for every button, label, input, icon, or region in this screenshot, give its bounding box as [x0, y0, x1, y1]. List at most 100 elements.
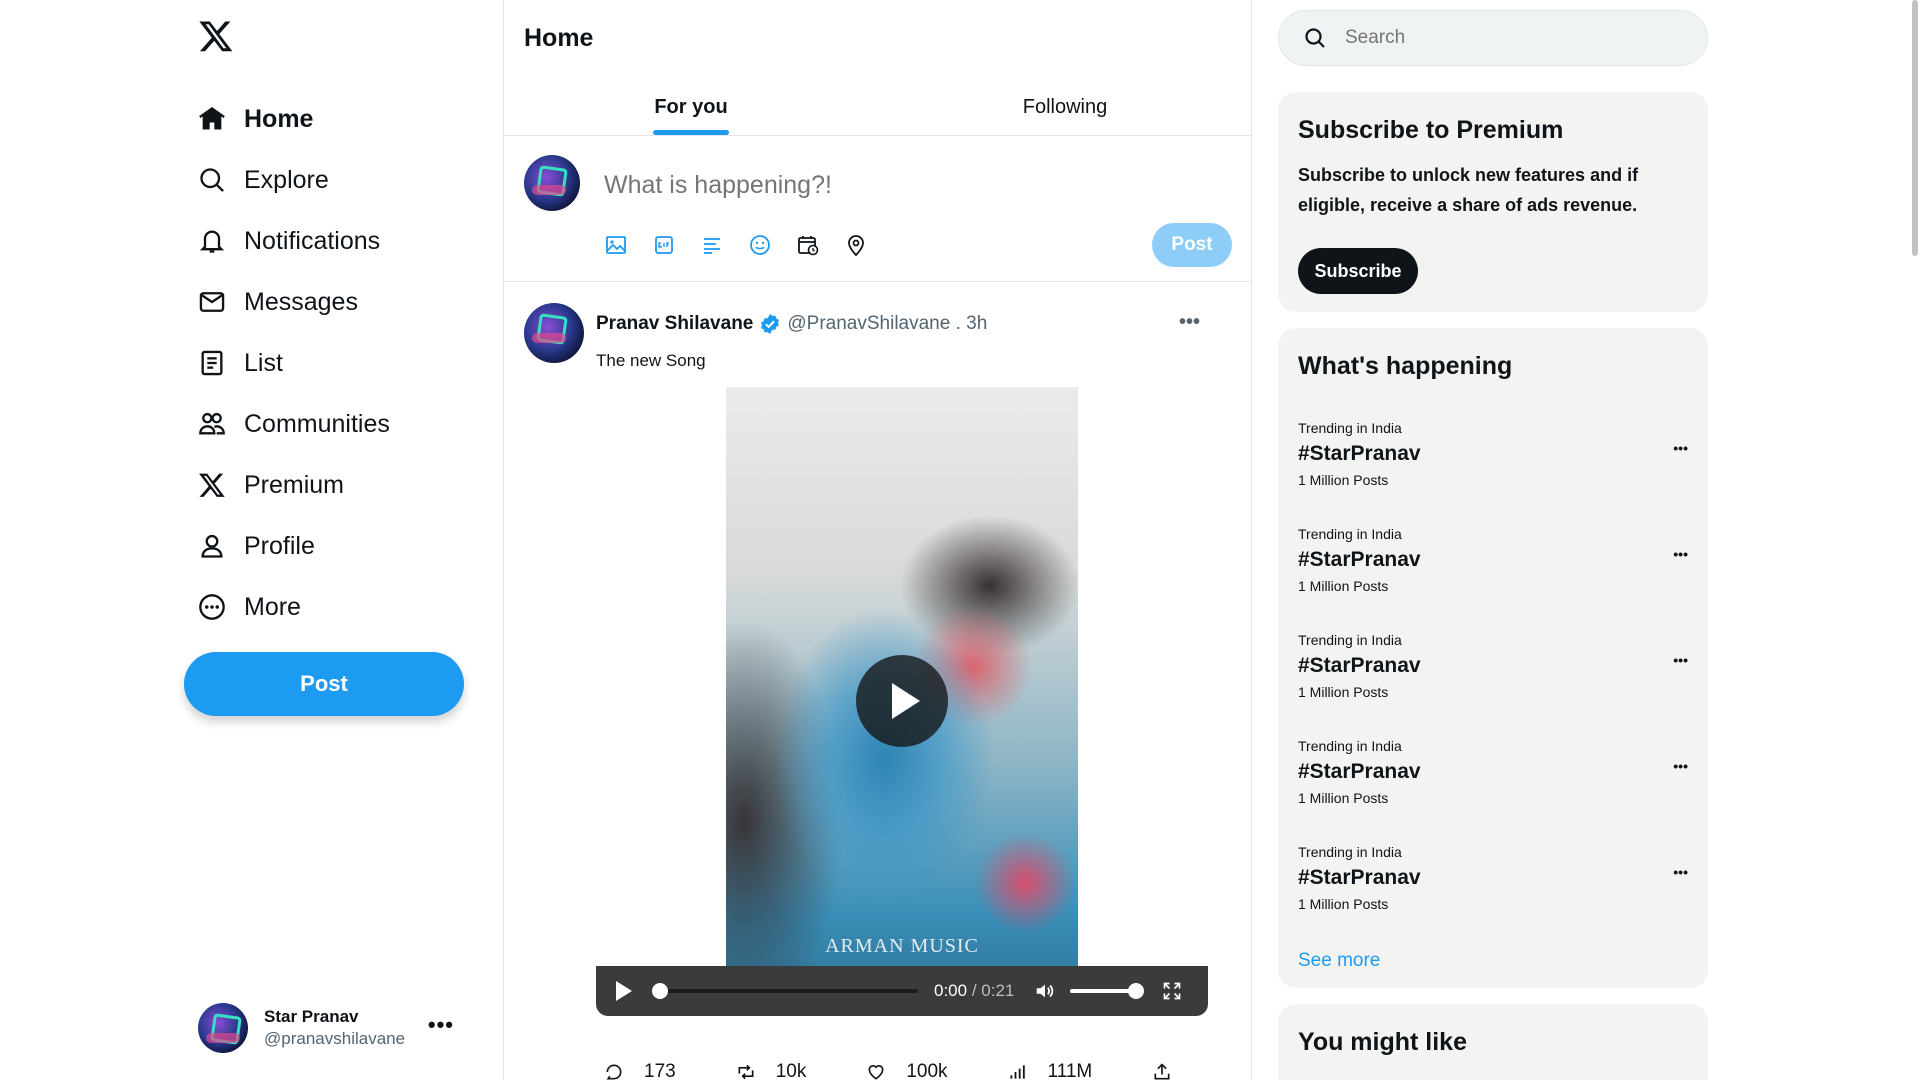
trend-context: Trending in India: [1298, 526, 1402, 542]
nav-label-home: Home: [244, 104, 314, 133]
trend-count: 1 Million Posts: [1298, 790, 1389, 806]
trend-count: 1 Million Posts: [1298, 684, 1389, 700]
timeline-tabs: For you Following: [504, 80, 1252, 136]
nav-item-communities[interactable]: Communities: [190, 395, 490, 453]
trend-context: Trending in India: [1298, 844, 1402, 860]
view-count: 111M: [1047, 1061, 1093, 1080]
gif-icon[interactable]: [652, 233, 676, 257]
location-icon[interactable]: [844, 233, 868, 257]
page-title: Home: [524, 24, 594, 52]
communities-icon: [190, 408, 236, 440]
page-scrollbar[interactable]: [1912, 0, 1918, 256]
trend-context: Trending in India: [1298, 420, 1402, 436]
whats-happening-card: What's happening Trending in India #Star…: [1278, 328, 1708, 988]
nav-label-premium: Premium: [244, 470, 345, 499]
avatar[interactable]: [524, 303, 584, 363]
volume-handle[interactable]: [1128, 983, 1145, 999]
play-icon[interactable]: [856, 655, 948, 747]
share-button[interactable]: [1152, 1061, 1192, 1080]
nav-item-home[interactable]: Home: [190, 90, 490, 148]
avatar[interactable]: [524, 155, 580, 211]
primary-nav: Home Explore Notifications Messages List…: [190, 90, 490, 639]
nav-item-explore[interactable]: Explore: [190, 151, 490, 209]
repost-icon: [738, 1064, 754, 1080]
nav-label-more: More: [244, 592, 301, 621]
trend-item[interactable]: Trending in India #StarPranav 1 Million …: [1298, 526, 1688, 606]
compose-input[interactable]: [604, 171, 1164, 200]
video-controls: 0:00 / 0:21: [596, 966, 1208, 1016]
see-more-link[interactable]: See more: [1298, 950, 1380, 972]
like-button[interactable]: 100k: [866, 1061, 948, 1080]
fullscreen-icon[interactable]: [1162, 981, 1182, 1001]
nav-item-messages[interactable]: Messages: [190, 273, 490, 331]
tweet-header: Pranav Shilavane @PranavShilavane . 3h: [596, 313, 987, 335]
x-logo-icon[interactable]: [198, 18, 234, 54]
bell-icon: [190, 225, 236, 257]
x-logo-icon: [190, 469, 236, 501]
views-button[interactable]: 111M: [1008, 1061, 1093, 1080]
left-sidebar: Home Explore Notifications Messages List…: [0, 0, 504, 1080]
reply-count: 173: [644, 1061, 676, 1080]
tweet-actions: 173 10k 100k 111M: [604, 1061, 1192, 1080]
trend-item[interactable]: Trending in India #StarPranav 1 Million …: [1298, 844, 1688, 924]
nav-label-list: List: [244, 348, 283, 377]
trend-more-icon[interactable]: •••: [1673, 546, 1688, 562]
nav-item-profile[interactable]: Profile: [190, 517, 490, 575]
right-sidebar: Subscribe to Premium Subscribe to unlock…: [1252, 0, 1920, 1080]
tweet-video[interactable]: ARMAN MUSIC: [726, 387, 1078, 1007]
tweet: Pranav Shilavane @PranavShilavane . 3h •…: [504, 283, 1252, 1080]
trend-item[interactable]: Trending in India #StarPranav 1 Million …: [1298, 632, 1688, 712]
who-to-follow-card: You might like: [1278, 1004, 1708, 1080]
premium-title: Subscribe to Premium: [1298, 116, 1564, 144]
composer-post-button[interactable]: Post: [1152, 223, 1232, 267]
tab-for-you[interactable]: For you: [504, 80, 878, 135]
premium-description: Subscribe to unlock new features and if …: [1298, 165, 1639, 215]
nav-label-profile: Profile: [244, 531, 315, 560]
volume-slider[interactable]: [1070, 983, 1145, 999]
trend-more-icon[interactable]: •••: [1673, 652, 1688, 668]
play-icon[interactable]: [616, 981, 632, 1001]
nav-item-more[interactable]: More: [190, 578, 490, 636]
volume-icon[interactable]: [1034, 980, 1056, 1002]
premium-card: Subscribe to Premium Subscribe to unlock…: [1278, 92, 1708, 312]
search-box[interactable]: [1278, 10, 1708, 66]
tweet-author[interactable]: Pranav Shilavane: [596, 313, 753, 335]
trend-count: 1 Million Posts: [1298, 472, 1389, 488]
seek-bar[interactable]: [652, 983, 918, 999]
nav-item-list[interactable]: List: [190, 334, 490, 392]
tweet-handle[interactable]: @PranavShilavane . 3h: [787, 313, 987, 335]
seek-handle[interactable]: [652, 983, 668, 999]
image-icon[interactable]: [604, 233, 628, 257]
verified-badge-icon: [761, 313, 780, 335]
tab-following[interactable]: Following: [878, 80, 1252, 135]
trend-more-icon[interactable]: •••: [1673, 440, 1688, 456]
account-more-icon[interactable]: •••: [428, 1012, 454, 1038]
trend-more-icon[interactable]: •••: [1673, 864, 1688, 880]
schedule-icon[interactable]: [796, 233, 820, 257]
like-count: 100k: [906, 1061, 948, 1080]
trend-context: Trending in India: [1298, 738, 1402, 754]
emoji-icon[interactable]: [748, 233, 772, 257]
account-handle: @pranavshilavane: [264, 1029, 406, 1048]
subscribe-button[interactable]: Subscribe: [1298, 248, 1418, 294]
account-name: Star Pranav: [264, 1007, 359, 1026]
nav-item-notifications[interactable]: Notifications: [190, 212, 490, 270]
nav-item-premium[interactable]: Premium: [190, 456, 490, 514]
composer-toolbar: [604, 233, 868, 257]
account-switcher[interactable]: Star Pranav @pranavshilavane •••: [198, 1000, 478, 1056]
post-composer: Post: [504, 137, 1252, 282]
trend-item[interactable]: Trending in India #StarPranav 1 Million …: [1298, 420, 1688, 500]
poll-icon[interactable]: [700, 233, 724, 257]
repost-button[interactable]: 10k: [736, 1061, 806, 1080]
reply-icon: [606, 1064, 622, 1080]
post-button[interactable]: Post: [184, 652, 464, 716]
trend-tag: #StarPranav: [1298, 866, 1421, 889]
reply-button[interactable]: 173: [604, 1061, 676, 1080]
nav-label-notifications: Notifications: [244, 226, 381, 255]
trend-item[interactable]: Trending in India #StarPranav 1 Million …: [1298, 738, 1688, 818]
tweet-more-icon[interactable]: •••: [1179, 311, 1200, 334]
trend-more-icon[interactable]: •••: [1673, 758, 1688, 774]
trend-tag: #StarPranav: [1298, 442, 1421, 465]
search-input[interactable]: [1345, 27, 1645, 49]
whats-happening-title: What's happening: [1298, 352, 1513, 380]
